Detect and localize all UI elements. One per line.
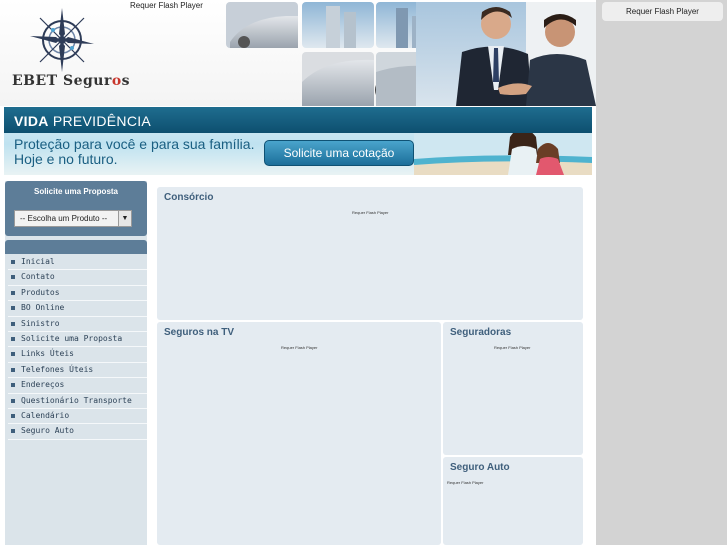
sidebar-item-solicite-proposta[interactable]: Solicite uma Proposta [8,332,147,348]
menu-header-bar [5,240,147,254]
banner-title: VIDA PREVIDÊNCIA [14,113,152,129]
header-photo-collage [226,2,596,106]
sidebar: Solicite uma Proposta -- Escolha um Prod… [5,181,147,545]
seguro-auto-flash-placeholder[interactable]: Requer Flash Player [447,480,483,485]
sidebar-menu: Inicial Contato Produtos BO Online Sinis… [8,255,147,440]
seguradoras-flash-placeholder[interactable]: Requer Flash Player [494,345,530,350]
sidebar-item-seguro-auto[interactable]: Seguro Auto [8,424,147,440]
proposal-title: Solicite uma Proposta [33,187,119,196]
vida-previdencia-banner[interactable]: VIDA PREVIDÊNCIA Proteção para você e pa… [4,107,592,175]
sidebar-item-calendario[interactable]: Calendário [8,409,147,425]
seguradoras-title: Seguradoras [450,327,512,338]
sidebar-item-contato[interactable]: Contato [8,270,147,286]
sidebar-item-enderecos[interactable]: Endereços [8,378,147,394]
sidebar-item-sinistro[interactable]: Sinistro [8,317,147,332]
square-bullet-icon [11,429,15,434]
square-bullet-icon [11,290,15,295]
chevron-down-icon[interactable]: ▼ [118,211,131,226]
seguro-auto-panel: Seguro Auto Requer Flash Player [443,457,583,545]
square-bullet-icon [11,306,15,311]
quote-request-button[interactable]: Solicite uma cotação [264,140,414,166]
product-select-value: -- Escolha um Produto -- [20,214,108,223]
seguros-tv-title: Seguros na TV [164,327,235,338]
seguradoras-panel: Seguradoras Requer Flash Player [443,322,583,455]
square-bullet-icon [11,260,15,264]
square-bullet-icon [11,398,15,403]
logo-text: EBET Seguros [12,73,131,89]
seguro-auto-title: Seguro Auto [450,462,510,473]
header-flash-placeholder[interactable]: Requer Flash Player [130,1,203,10]
sidebar-item-inicial[interactable]: Inicial [8,255,147,271]
product-select[interactable]: -- Escolha um Produto -- ▼ [14,210,132,227]
consorcio-flash-placeholder[interactable]: Requer Flash Player [352,210,388,215]
square-bullet-icon [11,321,15,326]
square-bullet-icon [11,413,15,418]
page: EBET Seguros Requer Flash Player VIDA PR… [0,0,727,545]
family-beach-photo [414,133,592,175]
sidebar-item-questionario-transporte[interactable]: Questionário Transporte [8,394,147,409]
seguros-tv-flash-placeholder[interactable]: Requer Flash Player [281,345,317,350]
sidebar-item-telefones-uteis[interactable]: Telefones Úteis [8,363,147,379]
right-flash-placeholder[interactable]: Requer Flash Player [602,2,723,21]
square-bullet-icon [11,383,15,388]
sidebar-item-links-uteis[interactable]: Links Úteis [8,347,147,363]
sidebar-item-bo-online[interactable]: BO Online [8,301,147,317]
banner-title-bar: VIDA PREVIDÊNCIA [4,107,592,133]
banner-tagline: Proteção para você e para sua família. H… [14,136,255,167]
square-bullet-icon [11,352,15,357]
square-bullet-icon [11,275,15,280]
consorcio-title: Consórcio [164,192,214,203]
right-column: Requer Flash Player [596,0,727,545]
square-bullet-icon [11,336,15,341]
sidebar-item-produtos[interactable]: Produtos [8,286,147,302]
consorcio-panel: Consórcio Requer Flash Player [157,187,583,320]
seguros-tv-panel: Seguros na TV Requer Flash Player [157,322,441,545]
proposal-box: Solicite uma Proposta -- Escolha um Prod… [5,181,147,236]
square-bullet-icon [11,367,15,372]
header: EBET Seguros Requer Flash Player [0,0,596,106]
